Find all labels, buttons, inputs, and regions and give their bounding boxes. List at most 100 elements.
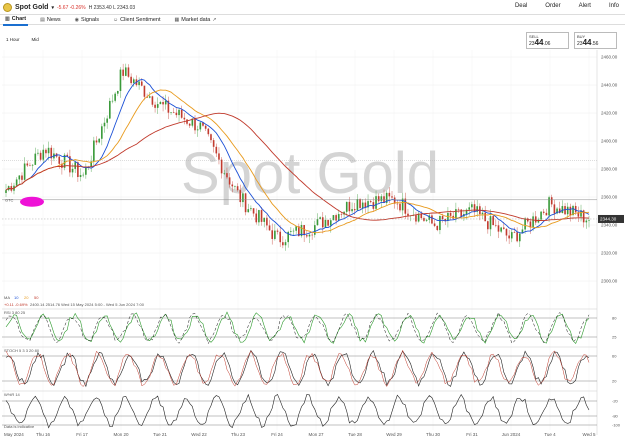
candle-body: [45, 149, 47, 154]
candle-body: [449, 212, 452, 216]
candle-body: [103, 122, 106, 127]
candle: [431, 213, 433, 225]
candle-body: [252, 208, 255, 214]
candle-body: [335, 215, 337, 221]
candle: [327, 219, 329, 227]
candle: [39, 150, 42, 162]
tab-client-sentiment[interactable]: ☺ Client Sentiment: [111, 15, 162, 25]
candle-body: [534, 216, 537, 223]
price-tick: 2400.00: [601, 139, 618, 144]
candle-body: [399, 203, 401, 211]
candle: [71, 163, 74, 178]
deal-button[interactable]: Deal: [515, 3, 527, 9]
alert-button[interactable]: Alert: [579, 3, 591, 9]
candle-body: [513, 232, 516, 233]
candle: [303, 224, 305, 243]
indicator-name: RSI 3 80 25: [4, 310, 26, 315]
candle-body: [433, 223, 436, 226]
tab-signals[interactable]: ◉ Signals: [73, 15, 101, 25]
top-bar: Spot Gold ▾ -5.67 -0.26% H 2353.40 L 234…: [0, 0, 625, 15]
candle: [255, 208, 258, 225]
ma-change: +0.11 -0.69%: [4, 302, 28, 307]
indicator-panel: W%R 14 -20 -80 -100: [2, 390, 621, 429]
candle-body: [348, 201, 351, 212]
price-chart[interactable]: Spot Gold 2460.00 2440.00 2420.00 2400.00 23…: [0, 28, 625, 439]
candle-body: [364, 202, 367, 208]
candle: [417, 211, 420, 223]
candle: [164, 94, 167, 110]
candle: [26, 160, 29, 168]
candle-body: [457, 209, 460, 210]
candle: [452, 211, 455, 220]
indicator-level-label: -20: [612, 399, 619, 404]
tab-chart[interactable]: ▥ Chart: [3, 14, 29, 26]
candle: [564, 203, 566, 216]
indicator-line-black: [5, 311, 590, 345]
candle-body: [258, 210, 260, 223]
indicator-level-label: 25: [612, 335, 617, 340]
candle: [178, 107, 180, 122]
candle-body: [138, 81, 140, 86]
candle: [61, 159, 63, 175]
candle-body: [588, 220, 590, 221]
tab-label: Signals: [80, 16, 100, 23]
candle-body: [98, 138, 100, 143]
candle: [516, 227, 518, 243]
candle: [151, 95, 154, 107]
candle-body: [170, 112, 172, 113]
candle-body: [263, 217, 266, 222]
candle: [487, 220, 489, 234]
candle: [415, 211, 417, 225]
candle: [37, 149, 39, 156]
candle-body: [359, 199, 361, 208]
candle-body: [37, 152, 39, 154]
candle-body: [324, 219, 327, 228]
price-axis: 2460.00 2440.00 2420.00 2400.00 2380.00 2360.…: [601, 55, 618, 284]
candle: [116, 90, 119, 97]
candle: [63, 152, 66, 171]
candle: [127, 64, 130, 78]
candle: [425, 218, 428, 223]
candle-body: [550, 197, 553, 205]
candle-body: [228, 177, 231, 185]
candle-body: [218, 153, 220, 160]
candle: [53, 147, 55, 162]
price-change: -5.67 -0.26%: [56, 4, 86, 11]
candle: [313, 220, 316, 238]
tab-news[interactable]: ▤ News: [38, 15, 63, 25]
candle: [106, 115, 108, 129]
candle-body: [345, 201, 348, 212]
candle: [85, 163, 87, 179]
candle-body: [156, 104, 159, 108]
info-button[interactable]: Info: [609, 3, 619, 9]
candle: [321, 212, 324, 234]
candle-body: [327, 219, 329, 226]
order-button[interactable]: Order: [545, 3, 560, 9]
instrument-title[interactable]: Spot Gold: [15, 4, 48, 11]
candle-body: [109, 100, 111, 119]
candle: [526, 217, 529, 224]
candle-body: [524, 218, 526, 230]
candle: [407, 208, 409, 220]
candle: [130, 73, 132, 86]
candle-body: [356, 199, 359, 211]
candle-body: [186, 119, 188, 124]
candle: [29, 162, 31, 167]
candle: [154, 101, 156, 113]
indicator-line: [5, 311, 590, 345]
candle-body: [407, 213, 409, 216]
candle-body: [95, 140, 98, 143]
candle-body: [441, 215, 444, 220]
tab-market-data[interactable]: ▦ Market data ↗: [173, 15, 219, 25]
candle: [34, 147, 37, 166]
candle-body: [396, 203, 399, 205]
candle-body: [279, 231, 282, 243]
candle-body: [122, 69, 124, 76]
price-tick: 2360.00: [601, 195, 618, 200]
chevron-down-icon[interactable]: ▾: [51, 5, 54, 11]
candle-body: [34, 153, 37, 165]
candle: [295, 225, 297, 234]
candle: [316, 213, 319, 226]
candle-body: [542, 211, 545, 213]
candle: [103, 117, 106, 133]
